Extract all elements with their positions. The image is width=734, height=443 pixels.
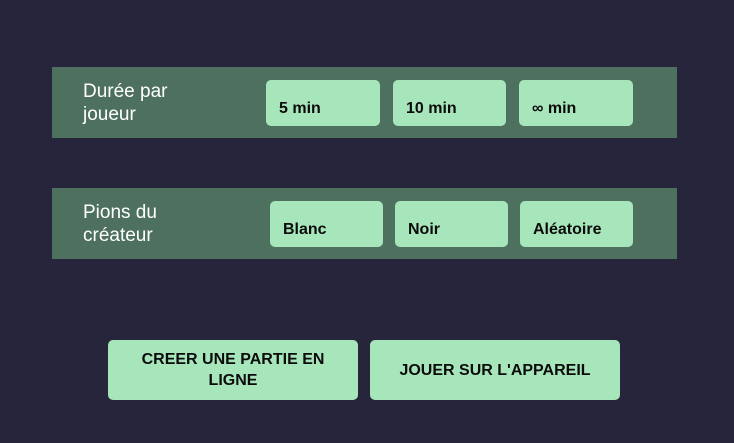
duration-unlimited-button[interactable]: ∞ min	[519, 80, 633, 126]
duration-5-min-button[interactable]: 5 min	[266, 80, 380, 126]
creator-color-panel: Pions du créateur Blanc Noir Aléatoire	[52, 188, 677, 259]
color-white-button[interactable]: Blanc	[270, 201, 383, 247]
duration-10-min-button[interactable]: 10 min	[393, 80, 506, 126]
duration-label: Durée par joueur	[83, 81, 168, 125]
play-on-device-button[interactable]: JOUER SUR L'APPAREIL	[370, 340, 620, 400]
color-black-button[interactable]: Noir	[395, 201, 508, 247]
color-random-button[interactable]: Aléatoire	[520, 201, 633, 247]
duration-panel: Durée par joueur 5 min 10 min ∞ min	[52, 67, 677, 138]
creator-color-label: Pions du créateur	[83, 202, 157, 246]
create-online-game-button[interactable]: CREER UNE PARTIE EN LIGNE	[108, 340, 358, 400]
